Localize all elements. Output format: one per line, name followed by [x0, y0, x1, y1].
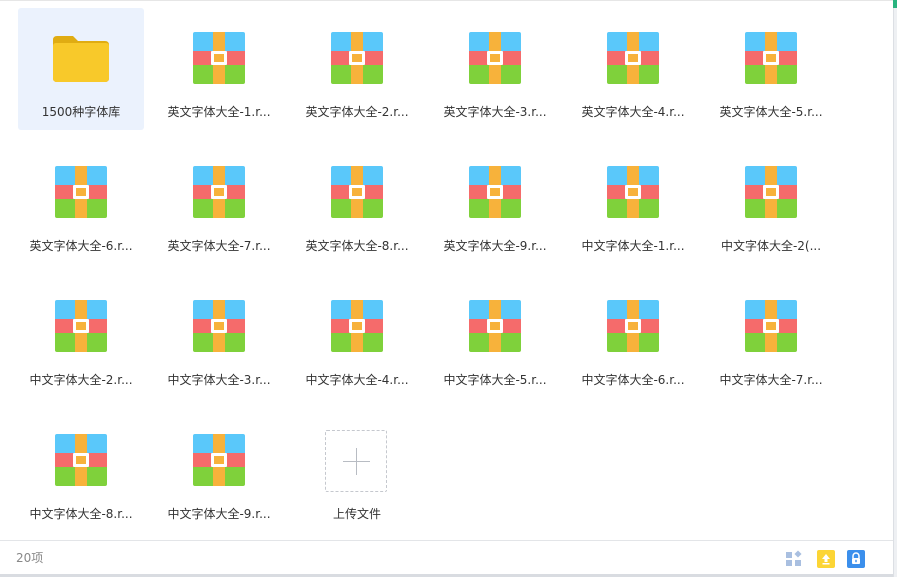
item-label: 英文字体大全-4.r...	[581, 105, 685, 119]
grid-view-icon[interactable]	[785, 550, 803, 568]
archive-icon	[193, 32, 245, 84]
archive-icon	[193, 166, 245, 218]
upload-icon[interactable]	[817, 550, 835, 568]
archive-icon	[607, 300, 659, 352]
item-label: 中文字体大全-4.r...	[305, 373, 409, 387]
archive-icon	[55, 300, 107, 352]
status-bar: 20项	[0, 540, 893, 577]
archive-icon	[331, 166, 383, 218]
file-item[interactable]: 中文字体大全-6.r...	[570, 276, 696, 398]
archive-icon	[469, 300, 521, 352]
lock-icon[interactable]	[847, 550, 865, 568]
item-label: 英文字体大全-1.r...	[167, 105, 271, 119]
archive-icon	[193, 434, 245, 486]
plus-icon[interactable]	[325, 430, 387, 492]
item-label: 中文字体大全-1.r...	[581, 239, 685, 253]
file-item[interactable]: 英文字体大全-5.r...	[708, 8, 834, 130]
file-item[interactable]: 英文字体大全-7.r...	[156, 142, 282, 264]
item-label: 英文字体大全-6.r...	[29, 239, 133, 253]
file-item[interactable]: 中文字体大全-2(...	[708, 142, 834, 264]
file-item[interactable]: 英文字体大全-4.r...	[570, 8, 696, 130]
file-item[interactable]: 中文字体大全-1.r...	[570, 142, 696, 264]
item-label: 英文字体大全-8.r...	[305, 239, 409, 253]
item-label: 中文字体大全-6.r...	[581, 373, 685, 387]
item-label: 英文字体大全-9.r...	[443, 239, 547, 253]
file-item[interactable]: 英文字体大全-8.r...	[294, 142, 420, 264]
archive-icon	[55, 434, 107, 486]
item-label: 1500种字体库	[41, 105, 121, 119]
file-item[interactable]: 英文字体大全-6.r...	[18, 142, 144, 264]
archive-icon	[331, 300, 383, 352]
archive-icon	[607, 32, 659, 84]
right-scroll-track[interactable]	[893, 0, 897, 577]
archive-icon	[469, 32, 521, 84]
file-item[interactable]: 中文字体大全-2.r...	[18, 276, 144, 398]
item-label: 中文字体大全-2(...	[720, 239, 822, 253]
archive-icon	[745, 300, 797, 352]
file-grid: 1500种字体库 英文字体大全-1.r... 英文字体大全-2.r... 英文字体大全…	[12, 2, 842, 538]
file-item[interactable]: 英文字体大全-9.r...	[432, 142, 558, 264]
archive-icon	[55, 166, 107, 218]
item-label: 英文字体大全-2.r...	[305, 105, 409, 119]
file-item[interactable]: 中文字体大全-8.r...	[18, 410, 144, 532]
archive-icon	[469, 166, 521, 218]
archive-icon	[745, 166, 797, 218]
item-label: 中文字体大全-8.r...	[29, 507, 133, 521]
folder-item[interactable]: 1500种字体库	[18, 8, 144, 130]
file-item[interactable]: 英文字体大全-1.r...	[156, 8, 282, 130]
item-label: 英文字体大全-7.r...	[167, 239, 271, 253]
item-label: 中文字体大全-5.r...	[443, 373, 547, 387]
file-item[interactable]: 中文字体大全-9.r...	[156, 410, 282, 532]
item-count: 20项	[16, 551, 44, 565]
item-label: 中文字体大全-3.r...	[167, 373, 271, 387]
archive-icon	[331, 32, 383, 84]
file-item[interactable]: 英文字体大全-3.r...	[432, 8, 558, 130]
archive-icon	[193, 300, 245, 352]
item-label: 中文字体大全-9.r...	[167, 507, 271, 521]
item-label: 英文字体大全-3.r...	[443, 105, 547, 119]
item-label: 中文字体大全-2.r...	[29, 373, 133, 387]
archive-icon	[745, 32, 797, 84]
upload-file-button[interactable]: 上传文件	[294, 410, 420, 532]
file-item[interactable]: 中文字体大全-4.r...	[294, 276, 420, 398]
archive-icon	[607, 166, 659, 218]
file-item[interactable]: 英文字体大全-2.r...	[294, 8, 420, 130]
file-item[interactable]: 中文字体大全-3.r...	[156, 276, 282, 398]
folder-icon	[53, 32, 109, 84]
right-accent-mark	[893, 0, 897, 8]
upload-label: 上传文件	[332, 507, 381, 521]
top-divider	[0, 0, 893, 1]
file-item[interactable]: 中文字体大全-7.r...	[708, 276, 834, 398]
file-item[interactable]: 中文字体大全-5.r...	[432, 276, 558, 398]
item-label: 中文字体大全-7.r...	[719, 373, 823, 387]
item-label: 英文字体大全-5.r...	[719, 105, 823, 119]
